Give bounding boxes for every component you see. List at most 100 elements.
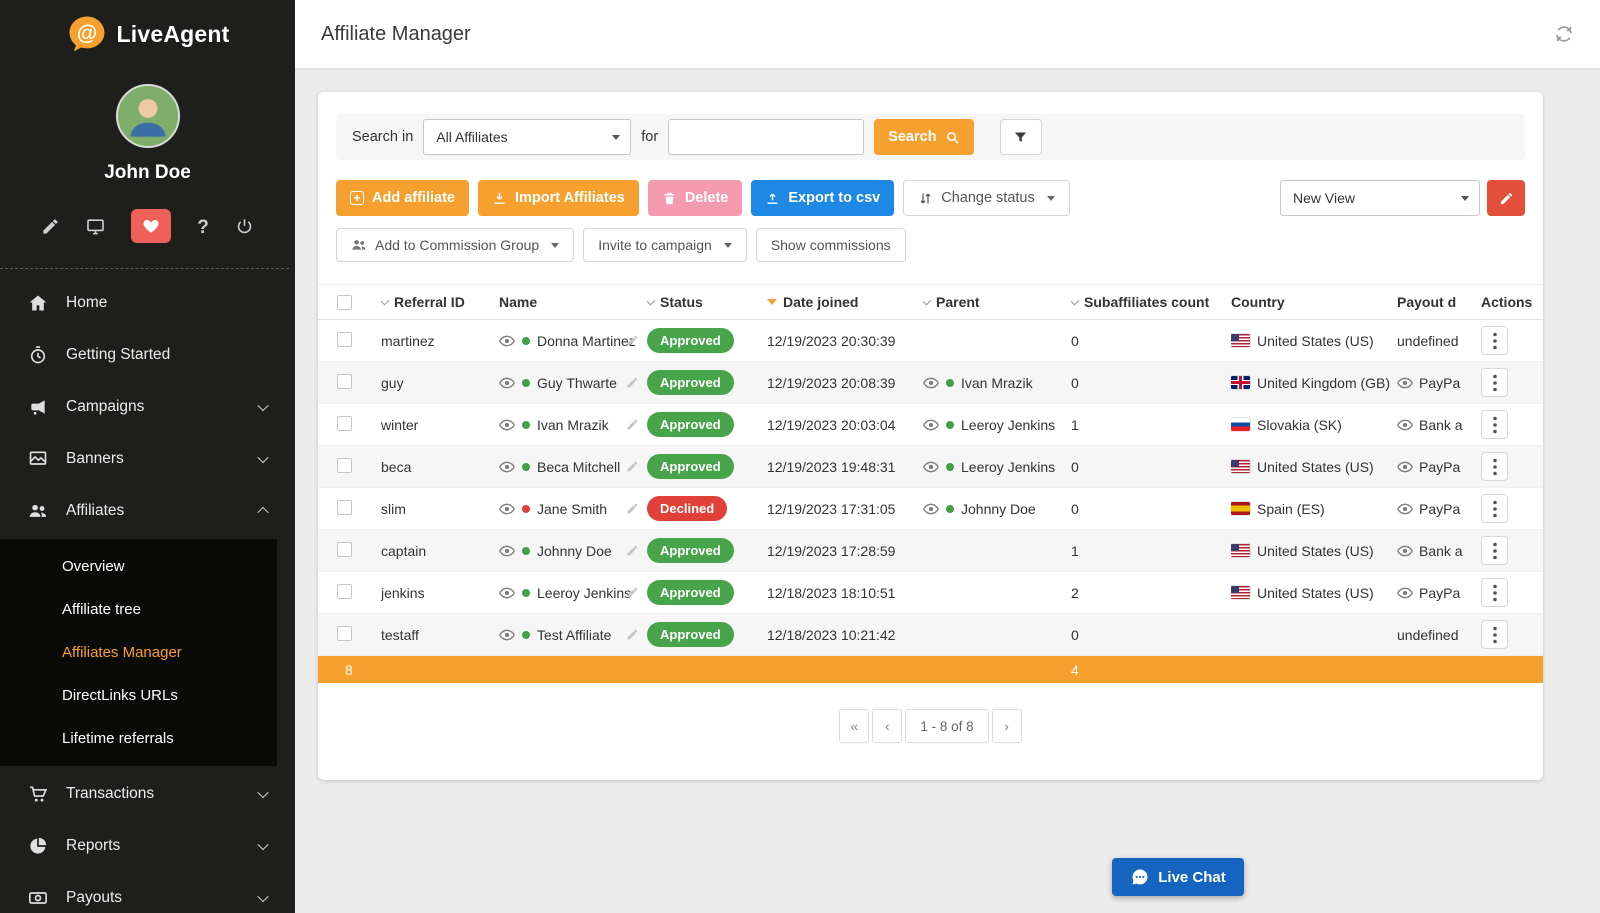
- change-status-button[interactable]: Change status: [903, 180, 1070, 216]
- row-actions-button[interactable]: [1481, 620, 1508, 649]
- import-affiliates-button[interactable]: Import Affiliates: [478, 180, 639, 216]
- status-cell: Approved: [647, 454, 767, 479]
- brand-logo[interactable]: @ LiveAgent: [0, 0, 295, 68]
- submenu-item-affiliates-manager[interactable]: Affiliates Manager: [0, 631, 277, 674]
- search-scope-select[interactable]: All Affiliates: [423, 119, 631, 155]
- invite-to-campaign-button[interactable]: Invite to campaign: [583, 228, 747, 262]
- column-header-referral-id[interactable]: Referral ID: [381, 294, 499, 310]
- column-header-date-joined[interactable]: Date joined: [767, 294, 923, 310]
- sidebar-item-transactions[interactable]: Transactions: [0, 768, 295, 820]
- power-icon[interactable]: [235, 217, 254, 236]
- select-all-checkbox[interactable]: [337, 295, 352, 310]
- sidebar-item-getting-started[interactable]: Getting Started: [0, 329, 295, 381]
- country-cell: United States (US): [1231, 543, 1397, 559]
- sidebar-item-banners[interactable]: Banners: [0, 433, 295, 485]
- row-actions-button[interactable]: [1481, 452, 1508, 481]
- column-header-status[interactable]: Status: [647, 294, 767, 310]
- eye-icon[interactable]: [499, 627, 515, 643]
- eye-icon[interactable]: [1397, 585, 1413, 601]
- chat-bubble-icon: [1130, 867, 1150, 887]
- pagination-next-button[interactable]: ›: [992, 709, 1022, 743]
- row-checkbox[interactable]: [337, 626, 352, 641]
- view-select[interactable]: New View: [1280, 180, 1480, 216]
- pencil-icon[interactable]: [41, 217, 60, 236]
- eye-icon[interactable]: [499, 333, 515, 349]
- pagination-prev-button[interactable]: ‹: [872, 709, 902, 743]
- eye-icon[interactable]: [1397, 417, 1413, 433]
- eye-icon[interactable]: [1397, 543, 1413, 559]
- view-select-value: New View: [1293, 190, 1355, 206]
- sidebar-item-campaigns[interactable]: Campaigns: [0, 381, 295, 433]
- row-checkbox[interactable]: [337, 584, 352, 599]
- name-cell: Guy Thwarte: [499, 375, 647, 391]
- flag-us-icon: [1231, 460, 1250, 473]
- submenu-item-affiliate-tree[interactable]: Affiliate tree: [0, 588, 277, 631]
- edit-name-icon[interactable]: [626, 418, 639, 431]
- filter-button[interactable]: [1000, 119, 1042, 155]
- monitor-icon[interactable]: [86, 217, 105, 236]
- submenu-item-overview[interactable]: Overview: [0, 545, 277, 588]
- row-checkbox[interactable]: [337, 332, 352, 347]
- eye-icon[interactable]: [1397, 459, 1413, 475]
- actions-cell: [1481, 620, 1543, 649]
- edit-view-button[interactable]: [1487, 180, 1525, 216]
- pagination-first-button[interactable]: «: [839, 709, 869, 743]
- row-checkbox[interactable]: [337, 542, 352, 557]
- sidebar-item-payouts[interactable]: Payouts: [0, 872, 295, 913]
- eye-icon[interactable]: [923, 375, 939, 391]
- submenu-item-lifetime-referrals[interactable]: Lifetime referrals: [0, 717, 277, 760]
- eye-icon[interactable]: [499, 501, 515, 517]
- edit-name-icon[interactable]: [626, 502, 639, 515]
- sidebar-item-label: Campaigns: [66, 398, 259, 416]
- search-input[interactable]: [668, 119, 864, 155]
- column-header-subaffiliates-count[interactable]: Subaffiliates count: [1071, 294, 1231, 310]
- edit-name-icon[interactable]: [626, 376, 639, 389]
- add-affiliate-button[interactable]: +Add affiliate: [336, 180, 469, 216]
- eye-icon[interactable]: [499, 585, 515, 601]
- show-commissions-button[interactable]: Show commissions: [756, 228, 906, 262]
- row-actions-button[interactable]: [1481, 494, 1508, 523]
- eye-icon[interactable]: [499, 417, 515, 433]
- delete-button[interactable]: Delete: [648, 180, 743, 216]
- eye-icon[interactable]: [499, 459, 515, 475]
- edit-name-icon[interactable]: [626, 544, 639, 557]
- date-joined-cell: 12/19/2023 20:03:04: [767, 417, 923, 433]
- row-actions-button[interactable]: [1481, 326, 1508, 355]
- refresh-icon[interactable]: [1554, 24, 1574, 44]
- sidebar: @ LiveAgent John Doe ? Home Getting Star…: [0, 0, 295, 913]
- row-checkbox[interactable]: [337, 458, 352, 473]
- sidebar-item-affiliates[interactable]: Affiliates: [0, 485, 295, 537]
- sidebar-item-home[interactable]: Home: [0, 277, 295, 329]
- avatar[interactable]: [116, 84, 180, 148]
- export-to-csv-button[interactable]: Export to csv: [751, 180, 894, 216]
- search-button[interactable]: Search: [874, 119, 973, 155]
- edit-name-icon[interactable]: [626, 460, 639, 473]
- row-actions-button[interactable]: [1481, 536, 1508, 565]
- eye-icon[interactable]: [923, 459, 939, 475]
- add-to-commission-group-button[interactable]: Add to Commission Group: [336, 228, 574, 262]
- row-checkbox[interactable]: [337, 416, 352, 431]
- sidebar-item-reports[interactable]: Reports: [0, 820, 295, 872]
- search-scope-value: All Affiliates: [436, 129, 507, 145]
- column-header-parent[interactable]: Parent: [923, 294, 1071, 310]
- question-icon[interactable]: ?: [197, 217, 209, 236]
- row-checkbox[interactable]: [337, 374, 352, 389]
- eye-icon[interactable]: [1397, 375, 1413, 391]
- row-actions-button[interactable]: [1481, 410, 1508, 439]
- heart-button[interactable]: [131, 209, 171, 243]
- eye-icon[interactable]: [1397, 501, 1413, 517]
- row-checkbox[interactable]: [337, 500, 352, 515]
- edit-name-icon[interactable]: [626, 628, 639, 641]
- row-actions-button[interactable]: [1481, 368, 1508, 397]
- live-chat-button[interactable]: Live Chat: [1112, 858, 1244, 896]
- submenu-item-directlinks-urls[interactable]: DirectLinks URLs: [0, 674, 277, 717]
- eye-icon[interactable]: [923, 501, 939, 517]
- eye-icon[interactable]: [499, 375, 515, 391]
- edit-name-icon[interactable]: [626, 334, 639, 347]
- eye-icon[interactable]: [499, 543, 515, 559]
- edit-name-icon[interactable]: [626, 586, 639, 599]
- eye-icon[interactable]: [923, 417, 939, 433]
- row-actions-button[interactable]: [1481, 578, 1508, 607]
- date-joined-cell: 12/19/2023 20:08:39: [767, 375, 923, 391]
- trash-icon: [662, 191, 677, 206]
